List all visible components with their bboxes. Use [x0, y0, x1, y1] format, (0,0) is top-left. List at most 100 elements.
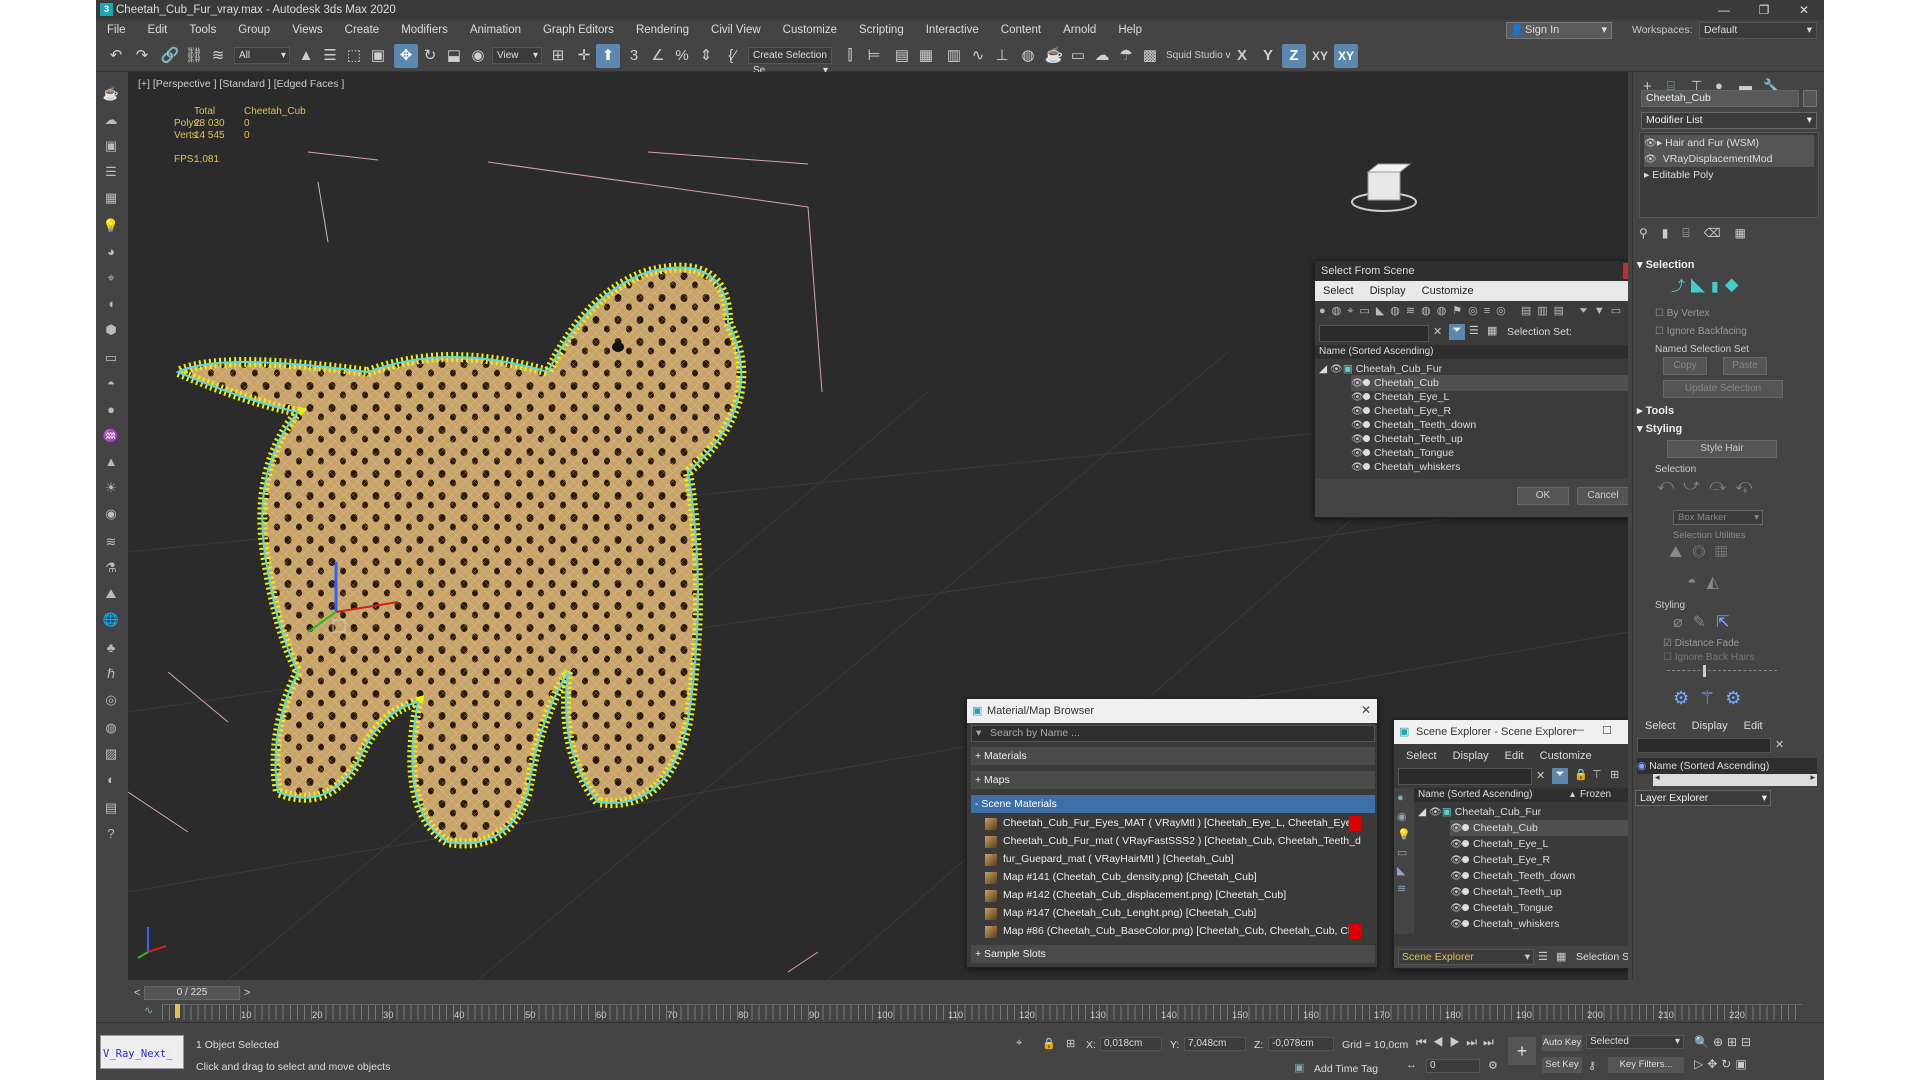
sample-slots-group[interactable]: + Sample Slots: [971, 945, 1375, 963]
absolute-mode-icon[interactable]: ⊞: [1066, 1037, 1075, 1050]
explorer-menu-edit[interactable]: Edit: [1736, 716, 1771, 736]
reference-coordinate-dropdown[interactable]: View ▾: [492, 47, 542, 64]
sync-icon[interactable]: ⊞: [1610, 768, 1619, 781]
playback-controls[interactable]: ⏮◀▶⏭⏭: [1416, 1035, 1500, 1050]
viewport-label[interactable]: [+] [Perspective ] [Standard ] [Edged Fa…: [138, 78, 344, 90]
menu-select[interactable]: Select: [1398, 746, 1445, 766]
subobject-level-icons[interactable]: ⤴◣▮◆: [1671, 276, 1745, 296]
document-icon[interactable]: ▤: [101, 798, 121, 818]
menu-scripting[interactable]: Scripting: [848, 20, 915, 40]
script-label[interactable]: V_Ray_Next_: [103, 1048, 173, 1060]
material-editor-icon[interactable]: ◍: [1016, 44, 1040, 68]
map-item[interactable]: Map #147 (Cheetah_Cub_Lenght.png) [Cheet…: [981, 905, 1361, 922]
copy-button[interactable]: Copy: [1663, 357, 1707, 375]
select-and-place-icon[interactable]: ◉: [466, 44, 490, 68]
menu-graph-editors[interactable]: Graph Editors: [532, 20, 625, 40]
eye-icon[interactable]: 👁: [1450, 853, 1463, 869]
selection-set-icon[interactable]: ▦: [1556, 950, 1566, 963]
menu-arnold[interactable]: Arnold: [1052, 20, 1107, 40]
frozen-column[interactable]: Frozen: [1580, 788, 1611, 802]
snaps-toggle-icon[interactable]: 3: [622, 44, 646, 68]
perspective-viewport[interactable]: [+] [Perspective ] [Standard ] [Edged Fa…: [128, 72, 1628, 980]
key-filters-button[interactable]: Key Filters...: [1608, 1057, 1684, 1073]
create-teapot-icon[interactable]: ☕: [101, 84, 121, 104]
asset-icon[interactable]: ⛰: [101, 584, 121, 604]
image-icon[interactable]: ▣: [101, 136, 121, 156]
menu-edit[interactable]: Edit: [1497, 746, 1532, 766]
filter-icon[interactable]: ⏷: [1552, 768, 1568, 784]
auto-key-button[interactable]: Auto Key: [1542, 1035, 1582, 1051]
fur-icon[interactable]: ♒: [101, 426, 121, 446]
light-icon[interactable]: 💡: [101, 216, 121, 236]
select-and-scale-icon[interactable]: ⬓: [442, 44, 466, 68]
sphere-light-icon[interactable]: ◕: [101, 242, 121, 262]
render-iterative-icon[interactable]: ☂: [1114, 44, 1138, 68]
minimize-button[interactable]: —: [1704, 0, 1744, 20]
z-coordinate-field[interactable]: -0,078cm: [1268, 1037, 1334, 1051]
axis-z-button[interactable]: Z: [1282, 44, 1306, 68]
add-time-tag[interactable]: Add Time Tag: [1314, 1063, 1378, 1075]
named-selection-dropdown[interactable]: Create Selection Se ▾: [748, 47, 832, 76]
display-helpers-icon[interactable]: ◣: [1397, 864, 1405, 877]
percent-snap-icon[interactable]: %: [670, 44, 694, 68]
select-and-rotate-icon[interactable]: ↻: [418, 44, 442, 68]
selection-set-icon[interactable]: ▦: [1487, 324, 1497, 337]
filter-icons-row[interactable]: ●◍⌖▭◣◍≋◍◍⚑◎≡◎ ▤▥▤ ⏷▼▭: [1319, 304, 1628, 322]
update-selection-button[interactable]: Update Selection: [1663, 380, 1783, 398]
tree-item[interactable]: 👁 Cheetah_Tongue: [1450, 900, 1553, 916]
eye-icon[interactable]: 👁: [1450, 917, 1463, 933]
axis-xy-button[interactable]: XY: [1308, 44, 1332, 68]
material-item[interactable]: fur_Guepard_mat ( VRayHairMtl ) [Cheetah…: [981, 851, 1361, 868]
menu-civil-view[interactable]: Civil View: [700, 20, 772, 40]
distance-fade-checkbox[interactable]: ☑ Distance Fade: [1663, 638, 1739, 649]
rendered-frame-window-icon[interactable]: ▭: [1066, 44, 1090, 68]
eye-icon[interactable]: 👁: [1450, 869, 1463, 885]
menu-content[interactable]: Content: [990, 20, 1052, 40]
ambient-light-icon[interactable]: ◉: [101, 504, 121, 524]
current-frame-field[interactable]: 0: [1426, 1059, 1480, 1073]
display-cameras-icon[interactable]: ▭: [1397, 846, 1407, 859]
menu-modifiers[interactable]: Modifiers: [390, 20, 459, 40]
menu-animation[interactable]: Animation: [459, 20, 532, 40]
ignore-back-hairs-checkbox[interactable]: ☐ Ignore Back Hairs: [1663, 652, 1754, 663]
bake-icon[interactable]: ◎: [101, 690, 121, 710]
pivot-center-icon[interactable]: ⊞: [546, 44, 570, 68]
eye-icon[interactable]: 👁: [1450, 837, 1463, 853]
toggle-icon[interactable]: ◐: [101, 770, 121, 790]
expand-icon[interactable]: ▸: [1644, 169, 1649, 181]
eye-icon[interactable]: 👁: [1429, 805, 1442, 821]
layers-icon[interactable]: ☰: [1469, 324, 1479, 337]
layers-icon[interactable]: ☰: [1538, 950, 1548, 963]
layer-find-input[interactable]: [1637, 738, 1771, 753]
next-frame-icon[interactable]: >: [244, 987, 250, 999]
column-header[interactable]: Name (Sorted Ascending)▴: [1315, 345, 1628, 359]
menu-customize[interactable]: Customize: [1532, 746, 1600, 766]
map-item[interactable]: Map #142 (Cheetah_Cub_displacement.png) …: [981, 887, 1361, 904]
project-label[interactable]: Squid Studio v: [1166, 50, 1231, 61]
menu-rendering[interactable]: Rendering: [625, 20, 700, 40]
stack-tools-row[interactable]: ⚲▮⌸⌫▦: [1639, 226, 1819, 241]
styling-rollout-title[interactable]: ▾ Styling: [1637, 422, 1682, 435]
schematic-view-icon[interactable]: ⊥: [990, 44, 1014, 68]
time-tag-icon[interactable]: ▣: [1294, 1061, 1304, 1074]
select-and-move-icon[interactable]: ✥: [394, 44, 418, 68]
cloud-icon[interactable]: ☁: [101, 110, 121, 130]
maxscript-listener[interactable]: V_Ray_Next_: [100, 1035, 184, 1069]
style-hair-button[interactable]: Style Hair: [1667, 440, 1777, 458]
hierarchy-icon[interactable]: ⊤: [1592, 768, 1602, 781]
find-input[interactable]: [1319, 325, 1429, 342]
toggle-scene-explorer-icon[interactable]: ▤: [890, 44, 914, 68]
menu-customize[interactable]: Customize: [772, 20, 848, 40]
key-mode-icon[interactable]: ↔: [1406, 1059, 1417, 1071]
tree-item[interactable]: 👁 Cheetah_Eye_R: [1450, 852, 1550, 868]
close-icon[interactable]: ✕: [1361, 703, 1371, 717]
set-key-button[interactable]: Set Key: [1542, 1057, 1582, 1073]
find-input[interactable]: [1398, 768, 1532, 785]
selection-utility-icons[interactable]: ⛰◎▦: [1669, 544, 1737, 562]
scroll-left-icon[interactable]: ◂: [1655, 772, 1660, 783]
eye-icon[interactable]: 👁: [1351, 460, 1364, 476]
eye-icon[interactable]: 👁: [1450, 821, 1463, 837]
expand-icon[interactable]: ◢: [1418, 806, 1426, 818]
eye-icon[interactable]: 👁: [1330, 362, 1343, 378]
set-key-large-icon[interactable]: +: [1508, 1037, 1536, 1065]
